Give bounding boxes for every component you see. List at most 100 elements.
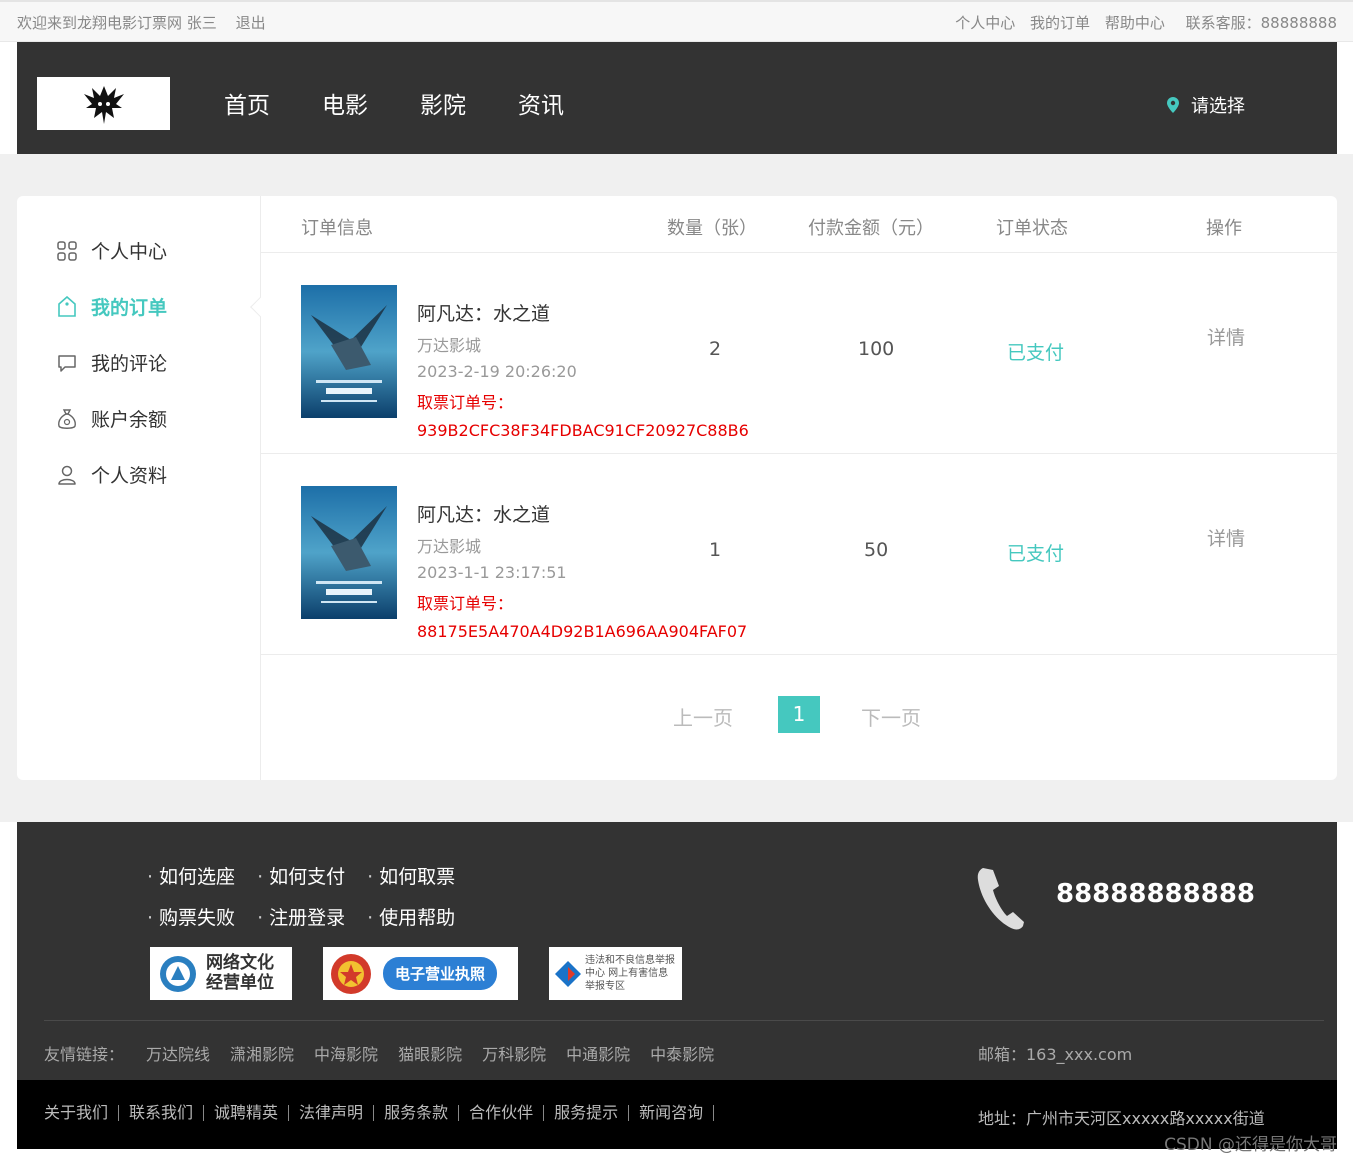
city-selector[interactable]: 请选择 [1167,92,1245,118]
column-header-status: 订单状态 [996,218,1068,239]
friend-link[interactable]: 中海影院 [314,1041,378,1065]
sidebar-item-label: 账户余额 [91,409,168,431]
harmful-info-report-badge[interactable]: 违法和不良信息举报中心 网上有害信息举报专区 [549,947,682,1000]
order-detail-link[interactable]: 详情 [1207,524,1245,551]
next-page-button[interactable]: 下一页 [861,702,921,731]
order-quantity: 2 [709,338,722,360]
order-status: 已支付 [1007,342,1065,364]
sidebar-item-my-comments[interactable]: 我的评论 [55,349,167,376]
table-header: 订单信息 数量（张） 付款金额（元） 订单状态 操作 [261,196,1337,253]
cinema-name: 万达影城 [417,537,482,556]
grid-icon [55,239,79,263]
movie-title[interactable]: 阿凡达：水之道 [417,299,749,326]
help-links: 如何选座 如何支付 如何取票 购票失败 注册登录 使用帮助 [147,862,477,944]
badge-text: 电子营业执照 [383,957,498,990]
column-header-order-info: 订单信息 [301,218,373,239]
welcome-text: 欢迎来到龙翔电影订票网 张三 [17,14,217,32]
bottom-links: 关于我们 联系我们 诚聘精英 法律声明 服务条款 合作伙伴 服务提示 新闻咨询 [44,1105,724,1121]
city-label: 请选择 [1191,96,1245,117]
network-culture-badge[interactable]: 网络文化经营单位 [150,947,292,1000]
sidebar-item-profile-center[interactable]: 个人中心 [55,237,167,264]
friend-link[interactable]: 猫眼影院 [398,1041,462,1065]
badge-text: 违法和不良信息举报中心 网上有害信息举报专区 [585,955,675,992]
user-icon [55,463,79,487]
prev-page-button[interactable]: 上一页 [673,702,733,731]
pagination: 上一页 1 下一页 [261,696,1337,733]
site-footer: 如何选座 如何支付 如何取票 购票失败 注册登录 使用帮助 网络文化经营单位 电… [17,822,1337,1080]
top-link-profile[interactable]: 个人中心 [955,14,1015,32]
sidebar-item-balance[interactable]: 账户余额 [55,405,167,432]
site-logo[interactable] [37,77,170,130]
footer-divider [44,1020,1324,1021]
help-link-pickup[interactable]: 如何取票 [367,862,455,889]
friend-link[interactable]: 万达院线 [146,1041,210,1065]
sidebar-item-my-orders[interactable]: 我的订单 [55,293,167,320]
friend-link[interactable]: 中通影院 [566,1041,630,1065]
movie-poster-image[interactable] [301,486,397,619]
order-time: 2023-1-1 23:17:51 [417,563,567,582]
page-number-current[interactable]: 1 [778,696,820,733]
ticket-code-label: 取票订单号： [417,393,514,412]
footer-bottom-bar: 关于我们 联系我们 诚聘精英 法律声明 服务条款 合作伙伴 服务提示 新闻咨询 … [17,1080,1337,1149]
help-link-register[interactable]: 注册登录 [257,903,345,930]
friend-links: 友情链接： 万达院线 潇湘影院 中海影院 猫眼影院 万科影院 中通影院 中泰影院 [44,1041,734,1065]
cinema-name: 万达影城 [417,336,482,355]
nav-cinemas[interactable]: 影院 [420,86,466,120]
logout-link[interactable]: 退出 [236,14,266,32]
bottom-link-contact[interactable]: 联系我们 [129,1105,205,1121]
column-header-amount: 付款金额（元） [808,218,934,239]
top-link-help[interactable]: 帮助中心 [1105,14,1165,32]
bottom-link-careers[interactable]: 诚聘精英 [214,1105,290,1121]
main-nav: 首页 电影 影院 资讯 [224,86,616,120]
bottom-link-legal[interactable]: 法律声明 [299,1105,375,1121]
moneybag-icon [55,407,79,431]
order-amount: 50 [864,539,889,561]
business-license-badge[interactable]: 电子营业执照 [323,947,518,1000]
nav-home[interactable]: 首页 [224,86,270,120]
bottom-link-tips[interactable]: 服务提示 [554,1105,630,1121]
badge-text: 网络文化经营单位 [206,952,274,993]
national-emblem-icon [331,953,371,994]
dragon-logo-icon [83,85,124,124]
phone-icon [977,868,1024,930]
order-time: 2023-2-19 20:26:20 [417,362,577,381]
sidebar-item-label: 我的评论 [91,353,168,375]
top-link-orders[interactable]: 我的订单 [1030,14,1090,32]
order-detail-link[interactable]: 详情 [1207,323,1245,350]
friend-link[interactable]: 中泰影院 [650,1041,714,1065]
contact-email: 邮箱：163_xxx.com [978,1045,1133,1064]
bottom-link-partners[interactable]: 合作伙伴 [469,1105,545,1121]
hotline-number: 88888888888 [1056,879,1255,909]
bottom-link-terms[interactable]: 服务条款 [384,1105,460,1121]
order-amount: 100 [858,338,895,360]
movie-title[interactable]: 阿凡达：水之道 [417,500,747,527]
certification-badges: 网络文化经营单位 电子营业执照 违法和不良信息举报中心 网上有害信息举报专区 [150,947,713,1000]
friend-link[interactable]: 万科影院 [482,1041,546,1065]
culture-emblem-icon [160,955,196,992]
customer-service-text: 联系客服：88888888 [1185,14,1337,32]
sidebar-item-label: 个人中心 [91,241,168,263]
sidebar-item-label: 个人资料 [91,465,168,487]
sidebar-item-label: 我的订单 [91,297,168,319]
help-link-seat[interactable]: 如何选座 [147,862,235,889]
sidebar-item-profile[interactable]: 个人资料 [55,461,167,488]
location-pin-icon [1167,97,1179,113]
nav-news[interactable]: 资讯 [518,86,564,120]
friend-link[interactable]: 潇湘影院 [230,1041,294,1065]
ticket-code: 88175E5A470A4D92B1A696AA904FAF07 [417,622,748,641]
top-bar: 欢迎来到龙翔电影订票网 张三 退出 个人中心 我的订单 帮助中心 联系客服：88… [0,0,1353,42]
order-status: 已支付 [1007,543,1065,565]
nav-movies[interactable]: 电影 [322,86,368,120]
friend-links-label: 友情链接： [44,1045,125,1064]
comment-icon [55,351,79,375]
help-link-pay[interactable]: 如何支付 [257,862,345,889]
table-row: 阿凡达：水之道 万达影城 2023-1-1 23:17:51 取票订单号： 88… [261,454,1337,655]
ticket-code: 939B2CFC38F34FDBAC91CF20927C88B6 [417,421,749,440]
help-link-usage[interactable]: 使用帮助 [367,903,455,930]
order-info: 阿凡达：水之道 万达影城 2023-1-1 23:17:51 取票订单号： 88… [417,500,747,641]
bottom-link-news[interactable]: 新闻咨询 [639,1105,715,1121]
movie-poster-image[interactable] [301,285,397,418]
order-quantity: 1 [709,539,722,561]
help-link-failed[interactable]: 购票失败 [147,903,235,930]
bottom-link-about[interactable]: 关于我们 [44,1105,120,1121]
